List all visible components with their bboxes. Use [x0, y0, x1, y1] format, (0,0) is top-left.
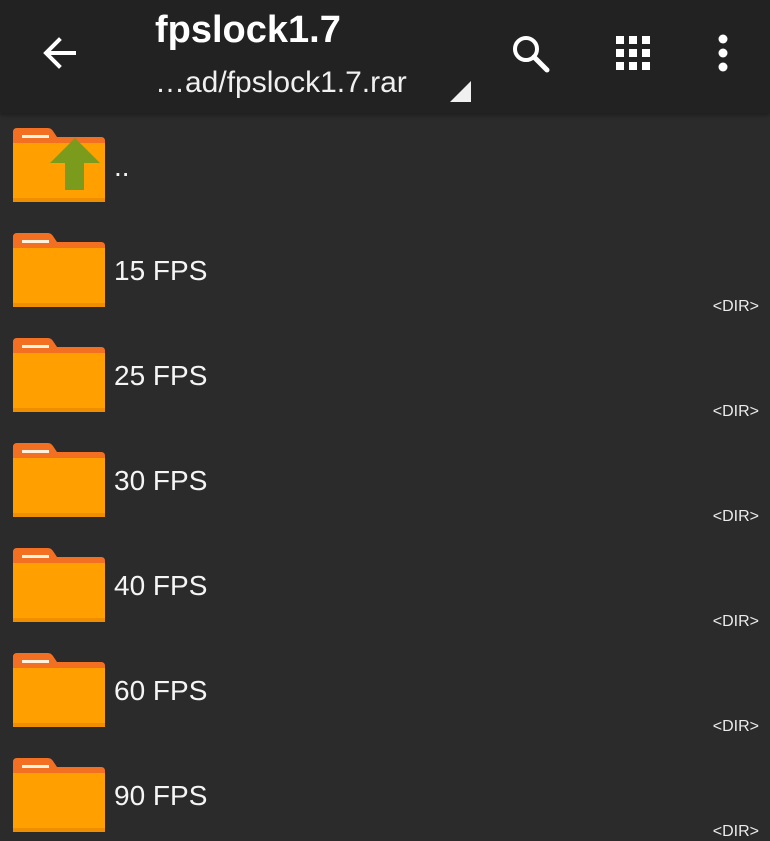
folder-name: 40 FPS: [114, 570, 208, 601]
more-vert-icon: [718, 34, 728, 72]
page-title: fpslock1.7: [155, 9, 341, 51]
path-dropdown[interactable]: …ad/fpslock1.7.rar: [155, 64, 473, 106]
folder-name: 90 FPS: [114, 780, 208, 811]
parent-folder-up-icon: [13, 128, 105, 202]
folder-type-label: <DIR>: [712, 823, 759, 840]
parent-folder-row[interactable]: ..: [0, 113, 770, 218]
folder-icon: [13, 443, 105, 517]
folder-row[interactable]: 40 FPS <DIR>: [0, 533, 770, 638]
folder-name: 60 FPS: [114, 675, 208, 706]
folder-name: 25 FPS: [114, 360, 208, 391]
folder-row[interactable]: 25 FPS <DIR>: [0, 323, 770, 428]
file-manager-screen: fpslock1.7 …ad/fpslock1.7.rar .. 15 FPS …: [0, 0, 770, 841]
arrow-back-icon: [43, 37, 76, 69]
folder-icon: [13, 548, 105, 622]
folder-icon: [13, 653, 105, 727]
parent-folder-label: ..: [114, 151, 130, 182]
folder-icon: [13, 233, 105, 307]
top-toolbar: fpslock1.7 …ad/fpslock1.7.rar: [0, 0, 770, 113]
folder-type-label: <DIR>: [712, 718, 759, 735]
current-path: …ad/fpslock1.7.rar: [155, 66, 407, 99]
folder-row[interactable]: 30 FPS <DIR>: [0, 428, 770, 533]
dropdown-triangle-icon: [450, 81, 471, 102]
back-button[interactable]: [30, 24, 88, 82]
folder-row[interactable]: 60 FPS <DIR>: [0, 638, 770, 743]
folder-icon: [13, 758, 105, 832]
file-list[interactable]: .. 15 FPS <DIR> 25 FPS <DIR> 30 FPS <DIR…: [0, 113, 770, 841]
folder-type-label: <DIR>: [712, 508, 759, 525]
folder-name: 30 FPS: [114, 465, 208, 496]
folder-icon: [13, 338, 105, 412]
folder-row[interactable]: 15 FPS <DIR>: [0, 218, 770, 323]
search-icon: [513, 36, 550, 73]
grid-view-button[interactable]: [606, 26, 660, 80]
folder-row[interactable]: 90 FPS <DIR>: [0, 743, 770, 841]
grid-view-icon: [616, 36, 650, 70]
folder-name: 15 FPS: [114, 255, 208, 286]
search-button[interactable]: [503, 26, 557, 80]
folder-type-label: <DIR>: [712, 613, 759, 630]
more-options-button[interactable]: [696, 26, 750, 80]
folder-type-label: <DIR>: [712, 298, 759, 315]
folder-type-label: <DIR>: [712, 403, 759, 420]
